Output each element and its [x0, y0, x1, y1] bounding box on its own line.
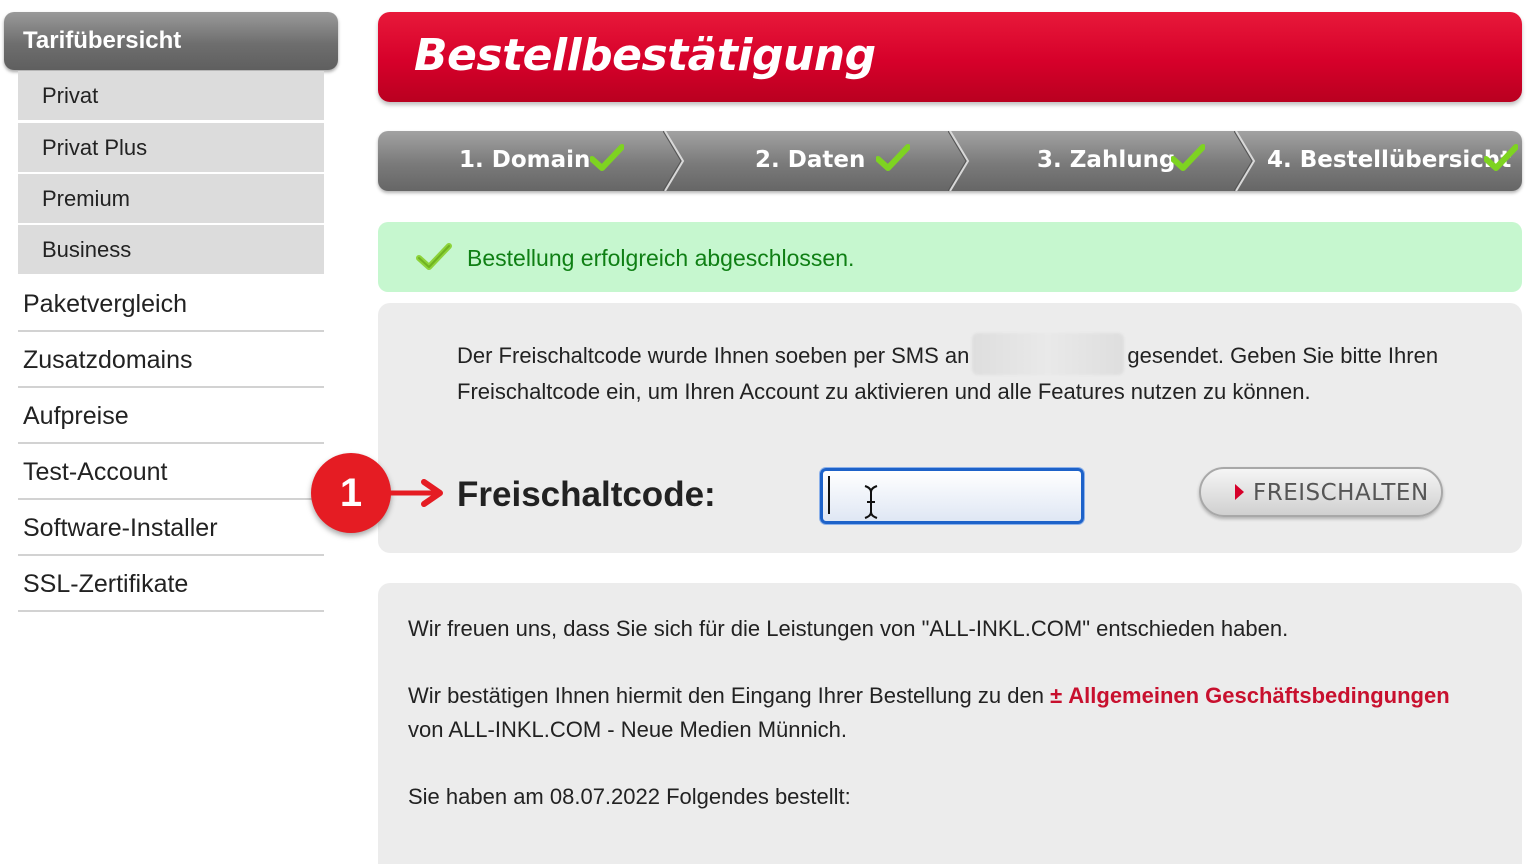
check-icon — [876, 144, 910, 171]
step-separator — [948, 131, 970, 191]
step-daten: 2. Daten — [678, 131, 948, 191]
step-label: 4. Bestellübersicht — [1267, 147, 1512, 173]
order-confirm-before: Wir bestätigen Ihnen hiermit den Eingang… — [408, 683, 1044, 708]
order-confirm-after: von ALL-INKL.COM - Neue Medien Münnich. — [408, 717, 847, 742]
sidebar-item-zusatzdomains[interactable]: Zusatzdomains — [18, 332, 324, 388]
page-title: Bestellbestätigung — [414, 30, 876, 81]
order-confirm-text: Wir bestätigen Ihnen hiermit den Eingang… — [408, 679, 1488, 747]
step-bestelluebersicht: 4. Bestellübersicht — [1258, 131, 1522, 191]
page-banner: Bestellbestätigung — [378, 12, 1522, 102]
sidebar-item-privat[interactable]: Privat — [18, 71, 324, 120]
sms-info-text: Der Freischaltcode wurde Ihnen soeben pe… — [457, 333, 1467, 409]
activation-code-label: Freischaltcode: — [457, 475, 716, 514]
step-label: 1. Domain — [459, 147, 591, 173]
order-date-text: Sie haben am 08.07.2022 Folgendes bestel… — [408, 784, 851, 809]
play-arrow-icon — [1235, 484, 1244, 500]
annotation-badge: 1 — [311, 453, 391, 533]
step-domain: 1. Domain — [378, 131, 668, 191]
sidebar-header-tarifuebersicht[interactable]: Tarifübersicht — [4, 12, 338, 70]
sidebar-item-ssl-zertifikate[interactable]: SSL-Zertifikate — [18, 556, 324, 612]
check-icon — [416, 243, 452, 270]
success-text: Bestellung erfolgreich abgeschlossen. — [467, 245, 855, 271]
check-icon — [1171, 144, 1205, 171]
activation-code-panel: Der Freischaltcode wurde Ihnen soeben pe… — [378, 303, 1522, 553]
success-message-box: Bestellung erfolgreich abgeschlossen. — [378, 222, 1522, 292]
sidebar-item-test-account[interactable]: Test-Account — [18, 444, 324, 500]
check-icon — [590, 144, 624, 171]
check-icon — [1484, 144, 1518, 171]
sidebar-item-aufpreise[interactable]: Aufpreise — [18, 388, 324, 444]
agb-link[interactable]: Allgemeinen Geschäftsbedingungen — [1068, 683, 1449, 708]
sms-info-before: Der Freischaltcode wurde Ihnen soeben pe… — [457, 343, 970, 368]
order-thanks-text: Wir freuen uns, dass Sie sich für die Le… — [408, 616, 1289, 641]
sidebar-item-business[interactable]: Business — [18, 225, 324, 274]
ibeam-cursor-icon — [864, 485, 878, 519]
sidebar-item-software-installer[interactable]: Software-Installer — [18, 500, 324, 556]
activation-code-input[interactable] — [820, 468, 1084, 524]
step-separator — [1234, 131, 1256, 191]
sidebar-item-premium[interactable]: Premium — [18, 174, 324, 223]
sidebar-item-privat-plus[interactable]: Privat Plus — [18, 123, 324, 172]
step-zahlung: 3. Zahlung — [973, 131, 1233, 191]
text-caret — [828, 476, 830, 514]
unlock-button[interactable]: FREISCHALTEN — [1199, 467, 1443, 517]
order-confirmation-panel: Wir freuen uns, dass Sie sich für die Le… — [378, 583, 1522, 864]
blurred-phone-number — [972, 333, 1125, 375]
arrow-right-icon — [388, 479, 443, 507]
sidebar-item-paketvergleich[interactable]: Paketvergleich — [18, 276, 324, 332]
unlock-button-label: FREISCHALTEN — [1253, 480, 1429, 506]
step-label: 2. Daten — [755, 147, 866, 173]
download-icon: ± — [1050, 683, 1063, 708]
step-label: 3. Zahlung — [1037, 147, 1176, 173]
checkout-steps: 1. Domain 2. Daten 3. Zahlung 4. Bestell… — [378, 131, 1522, 191]
